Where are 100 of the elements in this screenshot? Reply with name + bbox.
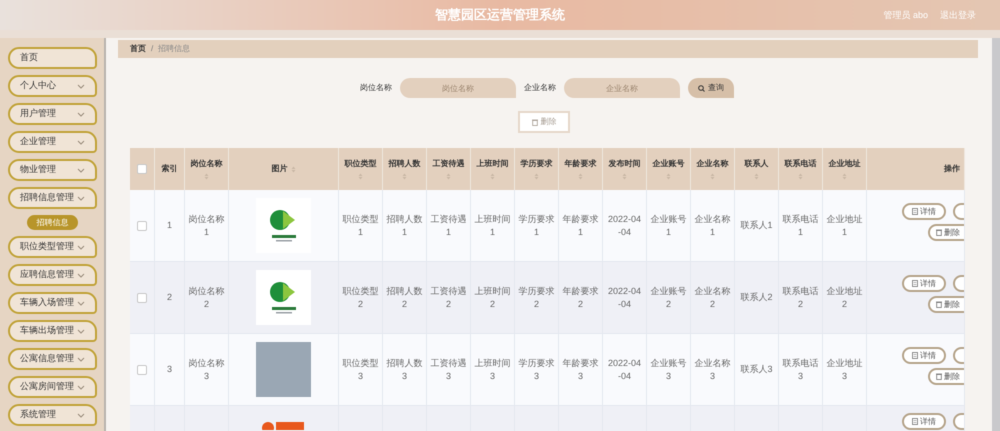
checkbox[interactable] (137, 292, 147, 302)
table-cell: 企业账号3 (650, 356, 687, 382)
trash-icon (936, 373, 942, 380)
table-cell: 上班时间3 (474, 356, 511, 382)
column-header: 联系电话 (784, 158, 816, 170)
sidebar-item[interactable]: 职位类型管理 (8, 236, 97, 258)
sort-icon[interactable] (490, 173, 495, 180)
checkbox[interactable] (137, 220, 147, 230)
breadcrumb-link[interactable]: 首页 (130, 43, 146, 55)
sort-icon[interactable] (446, 173, 451, 180)
sidebar-item[interactable]: 招聘信息管理 (8, 187, 97, 209)
details-button[interactable]: 详情 (902, 275, 946, 292)
sidebar-item[interactable]: 用户管理 (8, 103, 97, 125)
table-cell: 上班时间2 (474, 284, 511, 310)
table-cell: 企业账号2 (650, 284, 687, 310)
column-header: 企业账号 (652, 158, 684, 170)
column-header: 年龄要求 (564, 158, 596, 170)
table-cell: 1 (166, 219, 172, 232)
table-cell: 年龄要求2 (562, 284, 599, 310)
table-cell: 职位类型2 (342, 284, 379, 310)
trash-icon (532, 118, 538, 126)
sidebar-item[interactable]: 首页 (8, 47, 97, 69)
table-cell: 企业地址3 (826, 356, 863, 382)
sidebar-item[interactable]: 企业管理 (8, 131, 97, 153)
sort-icon[interactable] (666, 173, 671, 180)
table-cell: 年龄要求3 (562, 356, 599, 382)
chevron-down-icon (77, 196, 85, 200)
table-cell: 岗位名称3 (188, 356, 225, 382)
table-cell: 招聘人数3 (386, 356, 423, 382)
chevron-down-icon (77, 384, 85, 390)
document-icon (912, 418, 918, 425)
table-cell: 企业名称3 (694, 356, 731, 382)
search-button[interactable]: 查询 (688, 78, 734, 98)
column-header: 岗位名称 (190, 158, 222, 170)
sort-icon[interactable] (534, 173, 539, 180)
sort-icon[interactable] (204, 173, 209, 180)
table-cell-text: 联系人1 (739, 219, 774, 232)
table-cell: 年龄要求1 (562, 212, 599, 238)
column-header: 发布时间 (608, 158, 640, 170)
table-cell: 2022-04-04 (607, 212, 642, 238)
chevron-down-icon (77, 112, 85, 116)
column-header: 操作 (944, 163, 960, 175)
search-field[interactable]: 岗位名称 (400, 78, 516, 98)
photo-placeholder (256, 342, 311, 397)
document-icon (912, 208, 918, 215)
details-button[interactable]: 详情 (902, 347, 946, 364)
table-cell-text: 联系人2 (739, 291, 774, 304)
field-label: 企业名称 (524, 82, 556, 94)
sidebar-item[interactable]: 车辆入场管理 (8, 292, 97, 314)
column-header: 联系人 (744, 158, 768, 170)
sort-icon[interactable] (622, 173, 627, 180)
table-cell: 上班时间1 (474, 212, 511, 238)
table-cell: 联系电话1 (782, 212, 819, 238)
sidebar-item[interactable]: 公寓房间管理 (8, 376, 97, 398)
sidebar-item[interactable]: 应聘信息管理 (8, 264, 97, 286)
search-field[interactable]: 企业名称 (564, 78, 680, 98)
scrollbar[interactable] (992, 38, 1000, 431)
column-header: 职位类型 (344, 158, 376, 170)
details-button[interactable]: 详情 (902, 413, 946, 430)
sort-icon[interactable] (578, 173, 583, 180)
sort-icon[interactable] (798, 173, 803, 180)
table-cell: 2022-04-04 (607, 356, 642, 382)
sort-icon[interactable] (290, 166, 296, 172)
chevron-down-icon (77, 272, 85, 278)
sort-icon[interactable] (754, 173, 759, 180)
document-icon (912, 280, 918, 287)
table-cell: 3 (166, 363, 172, 376)
sort-icon[interactable] (710, 173, 715, 180)
logo-drawing (262, 420, 306, 430)
table-cell: 企业地址1 (826, 212, 863, 238)
table-cell: 联系电话2 (782, 284, 819, 310)
sort-icon[interactable] (842, 173, 847, 180)
sort-icon[interactable] (358, 173, 363, 180)
delete-row-button[interactable]: 删除 (928, 368, 964, 385)
checkbox[interactable] (137, 164, 147, 174)
sidebar-item[interactable]: 个人中心 (8, 75, 97, 97)
table-cell: 联系电话3 (782, 356, 819, 382)
search-icon (698, 84, 705, 92)
table-cell: 招聘人数1 (386, 212, 423, 238)
delete-row-button[interactable]: 删除 (928, 224, 964, 241)
table-cell: 学历要求2 (518, 284, 555, 310)
sidebar-item[interactable]: 车辆出场管理 (8, 320, 97, 342)
column-header: 上班时间 (476, 158, 508, 170)
sidebar-item[interactable]: 物业管理 (8, 159, 97, 181)
chevron-down-icon (77, 140, 85, 144)
chevron-down-icon (77, 412, 85, 418)
table-cell: 企业名称2 (694, 284, 731, 310)
chevron-down-icon (77, 356, 85, 362)
field-label: 岗位名称 (360, 82, 392, 94)
chevron-down-icon (77, 168, 85, 172)
sidebar-item[interactable]: 系统管理 (8, 404, 97, 426)
table-cell: 学历要求1 (518, 212, 555, 238)
sort-icon[interactable] (402, 173, 407, 180)
sidebar-item[interactable]: 公寓信息管理 (8, 348, 97, 370)
details-button[interactable]: 详情 (902, 203, 946, 220)
delete-row-button[interactable]: 删除 (928, 296, 964, 313)
chevron-down-icon (77, 300, 85, 306)
chevron-down-icon (77, 84, 85, 88)
column-header: 索引 (162, 163, 178, 175)
checkbox[interactable] (137, 364, 147, 374)
